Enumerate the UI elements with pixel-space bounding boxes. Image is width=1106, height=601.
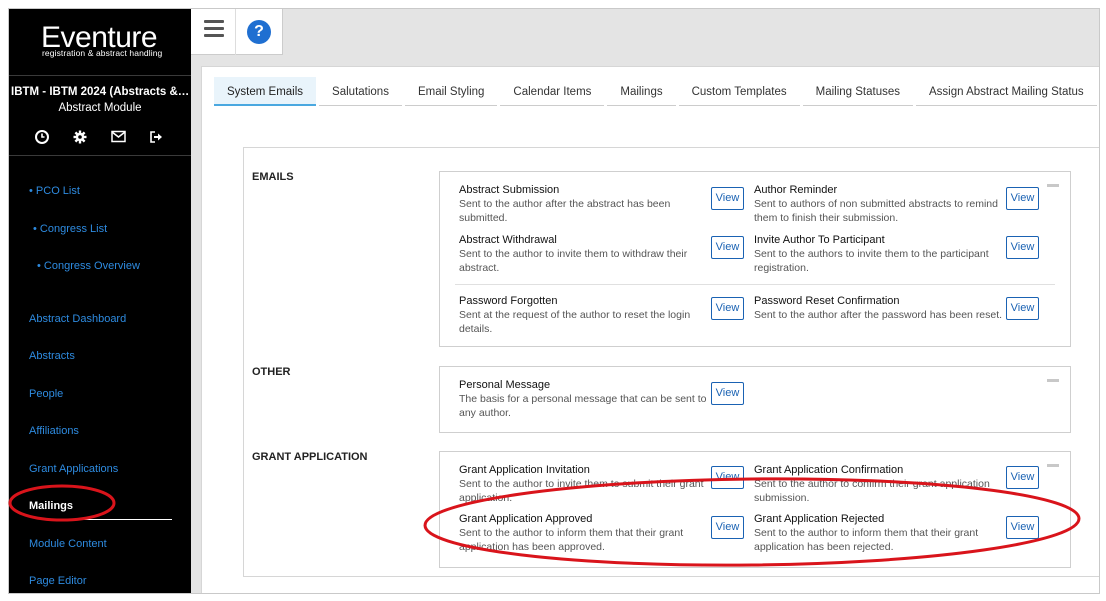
email-description: Sent to the author to inform them that t… xyxy=(459,527,684,553)
sidebar: Eventure registration & abstract handlin… xyxy=(9,9,191,593)
sidebar-item-congress-overview[interactable]: • Congress Overview xyxy=(37,260,140,272)
view-password-reset-button[interactable]: View xyxy=(1006,297,1039,320)
email-description: Sent to the author to confirm their gran… xyxy=(754,478,990,504)
system-emails-panel: EMAILS Abstract Submission Sent to the a… xyxy=(243,147,1099,577)
sidebar-item-affiliations[interactable]: Affiliations xyxy=(29,425,79,437)
sidebar-item-pco-list[interactable]: • PCO List xyxy=(29,185,80,197)
tab-mailing-statuses[interactable]: Mailing Statuses xyxy=(802,77,913,106)
hamburger-menu-icon[interactable] xyxy=(204,20,224,41)
view-abstract-submission-button[interactable]: View xyxy=(711,187,744,210)
email-title: Abstract Submission xyxy=(459,184,560,196)
email-title: Author Reminder xyxy=(754,184,838,196)
sidebar-item-grant-applications[interactable]: Grant Applications xyxy=(29,463,118,475)
tab-mailings[interactable]: Mailings xyxy=(607,77,676,106)
section-label-grant-application: GRANT APPLICATION xyxy=(252,451,368,463)
sidebar-item-people[interactable]: People xyxy=(29,388,63,400)
email-title: Grant Application Rejected xyxy=(754,513,885,525)
email-title: Grant Application Approved xyxy=(459,513,593,525)
clock-icon[interactable] xyxy=(35,130,49,147)
email-item: Personal Message The basis for a persona… xyxy=(459,378,709,420)
divider xyxy=(9,155,191,156)
module-name: Abstract Module xyxy=(58,102,142,114)
event-name: IBTM - IBTM 2024 (Abstracts & Par... xyxy=(11,86,191,98)
tab-calendar-items[interactable]: Calendar Items xyxy=(500,77,605,106)
section-emails: Abstract Submission Sent to the author a… xyxy=(439,171,1071,347)
view-grant-approved-button[interactable]: View xyxy=(711,516,744,539)
tab-salutations[interactable]: Salutations xyxy=(319,77,402,106)
email-title: Grant Application Invitation xyxy=(459,464,590,476)
email-description: Sent to the author to invite them to sub… xyxy=(459,478,704,504)
view-author-reminder-button[interactable]: View xyxy=(1006,187,1039,210)
divider xyxy=(9,75,191,76)
email-item: Grant Application Confirmation Sent to t… xyxy=(754,463,1004,505)
email-description: The basis for a personal message that ca… xyxy=(459,393,707,419)
email-item: Grant Application Rejected Sent to the a… xyxy=(754,512,1004,554)
email-description: Sent to the authors to invite them to th… xyxy=(754,248,989,274)
email-title: Abstract Withdrawal xyxy=(459,234,557,246)
tab-assign-abstract-mailing-status[interactable]: Assign Abstract Mailing Status xyxy=(916,77,1097,106)
section-label-emails: EMAILS xyxy=(252,171,294,183)
view-grant-confirmation-button[interactable]: View xyxy=(1006,466,1039,489)
section-label-other: OTHER xyxy=(252,366,291,378)
email-title: Password Forgotten xyxy=(459,295,558,307)
top-toolbar: ? xyxy=(191,9,283,55)
section-grant-application: Grant Application Invitation Sent to the… xyxy=(439,451,1071,568)
sidebar-item-abstracts[interactable]: Abstracts xyxy=(29,350,75,362)
sidebar-item-abstract-dashboard[interactable]: Abstract Dashboard xyxy=(29,313,126,325)
email-item: Abstract Withdrawal Sent to the author t… xyxy=(459,233,709,275)
active-item-underline xyxy=(57,519,172,520)
row-divider xyxy=(455,284,1055,285)
sidebar-icon-bar xyxy=(35,130,163,147)
view-invite-author-button[interactable]: View xyxy=(1006,236,1039,259)
email-description: Sent to authors of non submitted abstrac… xyxy=(754,198,998,224)
view-password-forgotten-button[interactable]: View xyxy=(711,297,744,320)
view-grant-rejected-button[interactable]: View xyxy=(1006,516,1039,539)
view-abstract-withdrawal-button[interactable]: View xyxy=(711,236,744,259)
tab-custom-templates[interactable]: Custom Templates xyxy=(678,77,800,106)
email-description: Sent to the author to inform them that t… xyxy=(754,527,979,553)
collapse-icon[interactable] xyxy=(1047,184,1059,187)
collapse-icon[interactable] xyxy=(1047,464,1059,467)
tab-bar: System Emails Salutations Email Styling … xyxy=(214,77,1099,106)
email-item: Author Reminder Sent to authors of non s… xyxy=(754,183,1004,225)
email-description: Sent to the author after the abstract ha… xyxy=(459,198,671,224)
main-content: System Emails Salutations Email Styling … xyxy=(201,66,1099,593)
app-window: Eventure registration & abstract handlin… xyxy=(8,8,1100,594)
tab-system-emails[interactable]: System Emails xyxy=(214,77,317,106)
email-item: Grant Application Invitation Sent to the… xyxy=(459,463,709,505)
collapse-icon[interactable] xyxy=(1047,379,1059,382)
email-title: Personal Message xyxy=(459,379,551,391)
mail-icon[interactable] xyxy=(111,130,126,147)
sidebar-item-page-editor[interactable]: Page Editor xyxy=(29,575,86,587)
tab-email-styling[interactable]: Email Styling xyxy=(404,77,498,106)
gear-icon[interactable] xyxy=(73,130,87,147)
email-title: Grant Application Confirmation xyxy=(754,464,904,476)
section-other: Personal Message The basis for a persona… xyxy=(439,366,1071,433)
divider xyxy=(235,9,236,55)
email-title: Password Reset Confirmation xyxy=(754,295,900,307)
sidebar-item-mailings[interactable]: Mailings xyxy=(29,500,73,512)
help-icon[interactable]: ? xyxy=(247,20,271,44)
view-grant-invitation-button[interactable]: View xyxy=(711,466,744,489)
email-item: Grant Application Approved Sent to the a… xyxy=(459,512,709,554)
email-item: Password Forgotten Sent at the request o… xyxy=(459,294,709,336)
email-description: Sent at the request of the author to res… xyxy=(459,309,691,335)
sidebar-item-module-content[interactable]: Module Content xyxy=(29,538,107,550)
sign-out-icon[interactable] xyxy=(149,130,163,147)
email-item: Invite Author To Participant Sent to the… xyxy=(754,233,1004,275)
email-title: Invite Author To Participant xyxy=(754,234,885,246)
logo-tagline: registration & abstract handling xyxy=(42,48,163,58)
view-personal-message-button[interactable]: View xyxy=(711,382,744,405)
email-description: Sent to the author to invite them to wit… xyxy=(459,248,688,274)
email-item: Abstract Submission Sent to the author a… xyxy=(459,183,709,225)
sidebar-item-congress-list[interactable]: • Congress List xyxy=(33,223,107,235)
email-item: Password Reset Confirmation Sent to the … xyxy=(754,294,1004,322)
email-description: Sent to the author after the password ha… xyxy=(754,309,1003,321)
